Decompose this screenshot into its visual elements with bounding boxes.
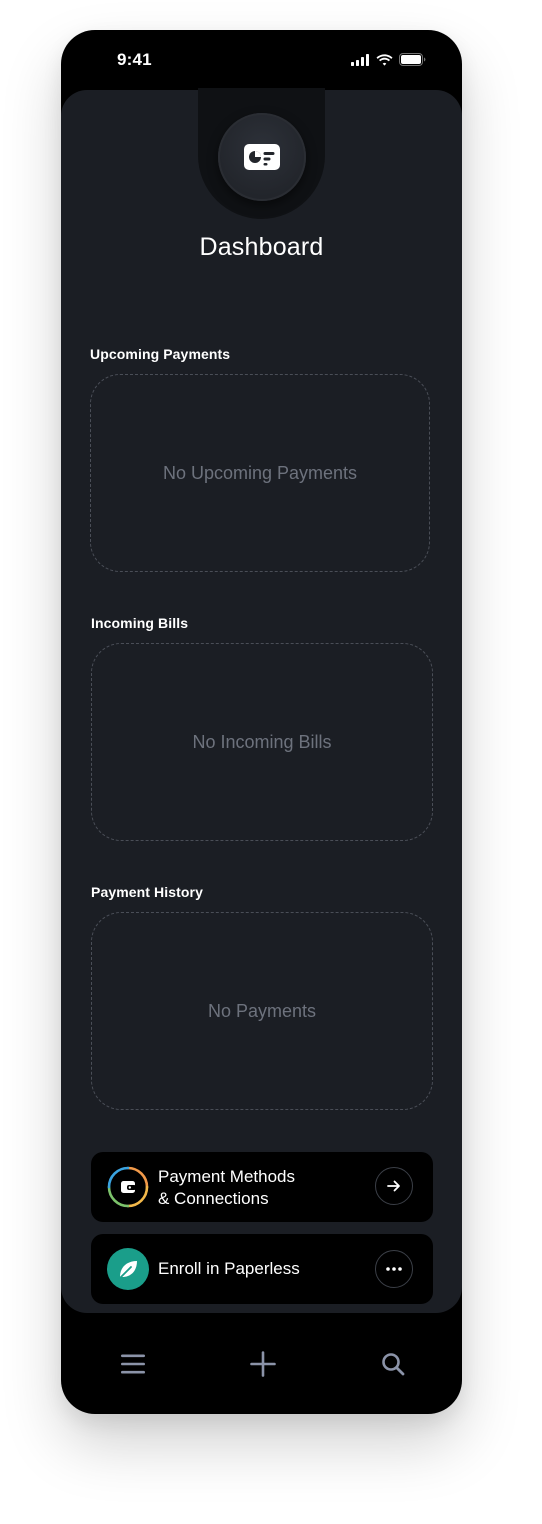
payment-methods-arrow-button[interactable]	[375, 1167, 413, 1205]
payment-history-empty: No Payments	[91, 912, 433, 1110]
payment-methods-line2: & Connections	[158, 1189, 269, 1208]
payment-history-label: Payment History	[91, 884, 203, 900]
paperless-more-button[interactable]	[375, 1250, 413, 1288]
dashboard-card: Dashboard Upcoming Payments No Upcoming …	[61, 88, 462, 1313]
plus-icon	[250, 1351, 276, 1377]
leaf-icon	[107, 1248, 149, 1290]
incoming-bills-empty-text: No Incoming Bills	[192, 731, 332, 752]
wifi-icon	[376, 53, 393, 66]
paperless-label: Enroll in Paperless	[158, 1259, 300, 1278]
payment-methods-row[interactable]: Payment Methods & Connections	[91, 1152, 433, 1222]
phone-frame: 9:41 Dashboard Upcoming Payments No Upco…	[61, 30, 462, 1414]
wallet-icon	[107, 1166, 149, 1208]
wallet-card-icon	[244, 144, 280, 170]
payment-methods-label: Payment Methods & Connections	[158, 1166, 295, 1210]
incoming-bills-label: Incoming Bills	[91, 615, 189, 631]
nav-search-button[interactable]	[378, 1349, 408, 1379]
bottom-nav	[61, 1313, 462, 1414]
arrow-right-icon	[387, 1180, 400, 1192]
payment-methods-line1: Payment Methods	[158, 1167, 296, 1186]
incoming-bills-empty: No Incoming Bills	[91, 643, 433, 841]
status-bar: 9:41	[61, 30, 462, 90]
upcoming-payments-empty-text: No Upcoming Payments	[162, 462, 358, 483]
search-icon	[382, 1353, 405, 1376]
payment-history-empty-text: No Payments	[207, 1000, 317, 1021]
app-badge	[218, 113, 306, 201]
more-horizontal-icon	[386, 1267, 402, 1271]
nav-add-button[interactable]	[248, 1349, 278, 1379]
upcoming-payments-empty: No Upcoming Payments	[90, 374, 430, 572]
page-title: Dashboard	[199, 233, 324, 261]
status-icons	[351, 53, 426, 66]
signal-icon	[351, 53, 369, 66]
status-time: 9:41	[117, 50, 152, 69]
upcoming-payments-label: Upcoming Payments	[90, 346, 231, 362]
menu-icon	[121, 1354, 145, 1374]
nav-menu-button[interactable]	[118, 1349, 148, 1379]
battery-icon	[399, 53, 426, 66]
paperless-row[interactable]: Enroll in Paperless	[91, 1234, 433, 1304]
